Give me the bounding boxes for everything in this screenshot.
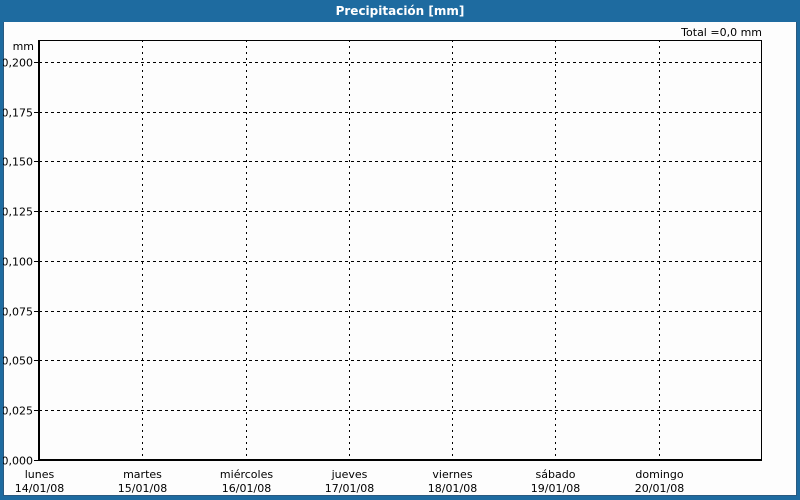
precipitation-chart-window: Precipitación [mm] 0,000 0,025 0,050 0,075 0… — [0, 0, 800, 500]
chart-content: 0,000 0,025 0,050 0,075 0,100 0,125 0,150 0,175… — [3, 22, 797, 496]
y-tick-label: 0,000 — [3, 455, 33, 468]
x-day-label: jueves — [331, 468, 368, 481]
x-day-label: sábado — [536, 468, 576, 481]
y-axis-unit-label: mm — [13, 40, 34, 53]
x-date-label: 14/01/08 — [15, 482, 64, 495]
x-date-label: 18/01/08 — [428, 482, 477, 495]
chart-title: Precipitación [mm] — [335, 4, 465, 18]
title-bar[interactable]: Precipitación [mm] — [3, 0, 797, 22]
x-day-label: martes — [123, 468, 162, 481]
y-tick-label: 0,175 — [3, 107, 33, 120]
x-day-label: domingo — [635, 468, 683, 481]
x-date-label: 15/01/08 — [118, 482, 167, 495]
x-day-label: viernes — [432, 468, 472, 481]
x-date-label: 20/01/08 — [635, 482, 684, 495]
plot-border — [39, 40, 762, 460]
y-tick-label: 0,100 — [3, 256, 33, 269]
y-tick-label: 0,075 — [3, 306, 33, 319]
precipitation-chart: 0,000 0,025 0,050 0,075 0,100 0,125 0,150 0,175… — [3, 26, 762, 495]
x-day-label: lunes — [25, 468, 55, 481]
x-date-label: 17/01/08 — [325, 482, 374, 495]
y-tick-label: 0,050 — [3, 355, 33, 368]
y-tick-label: 0,025 — [3, 405, 33, 418]
total-annotation: Total =0,0 mm — [680, 26, 762, 39]
x-day-label: miércoles — [220, 468, 273, 481]
x-date-label: 19/01/08 — [531, 482, 580, 495]
y-tick-label: 0,200 — [3, 57, 33, 70]
y-tick-label: 0,125 — [3, 206, 33, 219]
y-tick-label: 0,150 — [3, 156, 33, 169]
x-date-label: 16/01/08 — [222, 482, 271, 495]
